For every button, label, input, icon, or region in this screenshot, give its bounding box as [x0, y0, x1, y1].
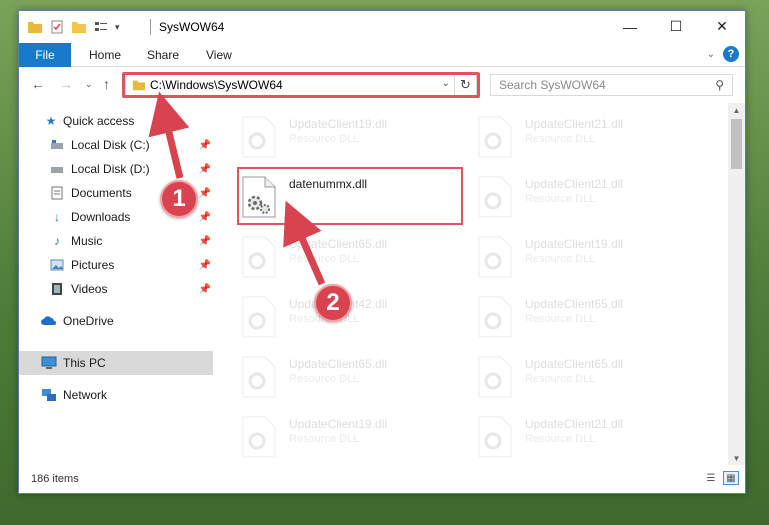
file-item[interactable]: UpdateClient65.dll Resource DLL: [241, 351, 461, 403]
nav-item-local-disk-d[interactable]: Local Disk (D:) 📌: [19, 157, 213, 181]
title-separator: [150, 19, 151, 35]
file-item[interactable]: UpdateClient19.dll Resource DLL: [241, 111, 461, 163]
address-highlight-box: [122, 72, 480, 98]
step-badge-1: 1: [160, 180, 198, 218]
help-icon[interactable]: ?: [723, 46, 739, 62]
title-bar: ▾ SysWOW64 — ☐ ✕: [19, 11, 745, 43]
folder-icon: [28, 22, 42, 33]
file-item[interactable]: UpdateClient19.dll Resource DLL: [241, 411, 461, 463]
new-folder-icon[interactable]: [71, 19, 87, 35]
nav-item-quick-access[interactable]: ★ Quick access: [19, 109, 213, 133]
dll-file-icon: [242, 116, 276, 158]
pin-icon: 📌: [198, 259, 211, 271]
scroll-thumb[interactable]: [731, 119, 742, 169]
view-switcher: ☰ ▦: [703, 471, 739, 485]
search-placeholder: Search SysWOW64: [499, 78, 606, 92]
pin-icon: 📌: [198, 235, 211, 247]
ribbon-tabs: File Home Share View ⌄ ?: [19, 43, 745, 67]
view-options-icon[interactable]: [93, 19, 109, 35]
explorer-window: ▾ SysWOW64 — ☐ ✕ File Home Share View ⌄ …: [18, 10, 746, 494]
dll-file-icon: [478, 356, 512, 398]
properties-icon[interactable]: [49, 19, 65, 35]
star-icon: ★: [45, 114, 57, 128]
file-item[interactable]: UpdateClient65.dll Resource DLL: [241, 231, 461, 283]
window-controls: — ☐ ✕: [607, 11, 745, 42]
customize-toolbar-icon[interactable]: ▾: [115, 22, 120, 33]
pin-icon: 📌: [198, 139, 211, 151]
quick-access-toolbar: ▾: [27, 17, 120, 37]
file-item[interactable]: UpdateClient65.dll Resource DLL: [477, 291, 697, 343]
file-item[interactable]: UpdateClient21.dll Resource DLL: [477, 171, 697, 223]
item-count: 186 items: [31, 473, 79, 485]
file-list: UpdateClient19.dll Resource DLL UpdateCl…: [215, 103, 729, 465]
drive-icon: [49, 161, 65, 177]
recent-locations-icon[interactable]: ⌄: [85, 79, 93, 90]
file-item[interactable]: UpdateClient21.dll Resource DLL: [477, 111, 697, 163]
nav-item-pictures[interactable]: Pictures 📌: [19, 253, 213, 277]
pin-icon: 📌: [198, 283, 211, 295]
ribbon-right-controls: ⌄ ?: [707, 46, 739, 62]
nav-item-music[interactable]: ♪ Music 📌: [19, 229, 213, 253]
dll-file-icon: [242, 296, 276, 338]
maximize-button[interactable]: ☐: [653, 11, 699, 42]
tab-share[interactable]: Share: [147, 43, 179, 67]
dll-file-icon: [478, 236, 512, 278]
search-icon[interactable]: ⚲: [715, 78, 724, 92]
minimize-button[interactable]: —: [607, 11, 653, 42]
expand-ribbon-icon[interactable]: ⌄: [707, 49, 715, 60]
music-icon: ♪: [54, 234, 60, 248]
close-button[interactable]: ✕: [699, 11, 745, 42]
status-bar: 186 items ☰ ▦: [19, 465, 745, 493]
pin-icon: 📌: [198, 187, 211, 199]
nav-item-network[interactable]: Network: [19, 383, 213, 407]
tab-home[interactable]: Home: [89, 43, 121, 67]
nav-item-videos[interactable]: Videos 📌: [19, 277, 213, 301]
navigation-bar: ← → ⌄ ↑ C:\Windows\SysWOW64 ⌄ ↻ Search S…: [19, 67, 745, 103]
tiles-view-icon[interactable]: ▦: [723, 471, 739, 485]
cloud-icon: [41, 313, 57, 329]
nav-item-local-disk-c[interactable]: Local Disk (C:) 📌: [19, 133, 213, 157]
pin-icon: 📌: [198, 211, 211, 223]
drive-icon: [49, 137, 65, 153]
step-badge-2: 2: [314, 284, 352, 322]
dll-file-icon: [478, 176, 512, 218]
download-icon: ↓: [54, 210, 60, 224]
details-view-icon[interactable]: ☰: [703, 471, 719, 485]
dll-file-icon: [242, 356, 276, 398]
dll-file-icon: [242, 416, 276, 458]
scroll-up-icon[interactable]: ▲: [728, 103, 745, 117]
file-item[interactable]: UpdateClient65.dll Resource DLL: [477, 351, 697, 403]
file-highlight-box: [237, 167, 463, 225]
videos-icon: [49, 281, 65, 297]
nav-item-onedrive[interactable]: OneDrive: [19, 309, 213, 333]
dll-file-icon: [242, 236, 276, 278]
file-item[interactable]: UpdateClient21.dll Resource DLL: [477, 411, 697, 463]
documents-icon: [49, 185, 65, 201]
pictures-icon: [49, 257, 65, 273]
tab-view[interactable]: View: [206, 43, 232, 67]
forward-arrow-icon[interactable]: →: [59, 76, 73, 92]
dll-file-icon: [478, 416, 512, 458]
pin-icon: 📌: [198, 163, 211, 175]
search-input[interactable]: Search SysWOW64 ⚲: [490, 74, 733, 96]
scroll-down-icon[interactable]: ▼: [728, 451, 745, 465]
vertical-scrollbar[interactable]: ▲ ▼: [728, 103, 745, 465]
window-title: SysWOW64: [159, 20, 225, 34]
up-arrow-icon[interactable]: ↑: [103, 76, 110, 92]
navigation-pane: ★ Quick access Local Disk (C:) 📌 Local D…: [19, 103, 215, 465]
nav-item-this-pc[interactable]: This PC: [19, 351, 213, 375]
network-icon: [41, 387, 57, 403]
back-arrow-icon[interactable]: ←: [31, 76, 45, 92]
dll-file-icon: [478, 116, 512, 158]
file-item[interactable]: UpdateClient19.dll Resource DLL: [477, 231, 697, 283]
tab-file[interactable]: File: [19, 43, 71, 67]
dll-file-icon: [478, 296, 512, 338]
computer-icon: [41, 355, 57, 371]
